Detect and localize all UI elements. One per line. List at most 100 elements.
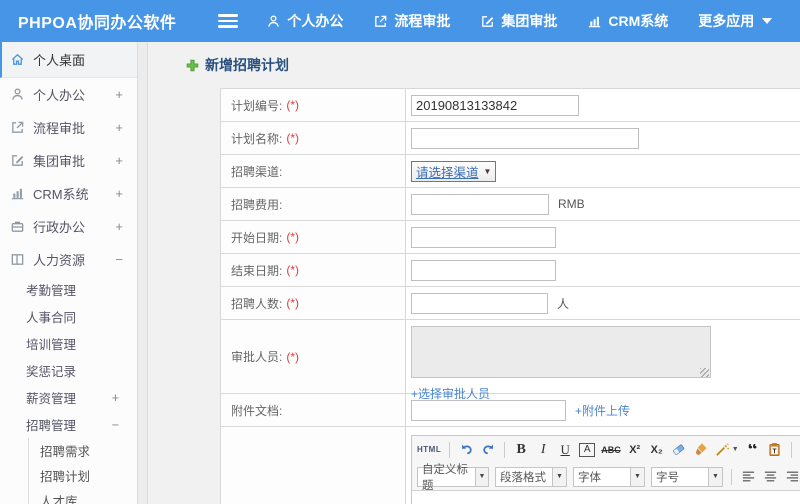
sidebar-item-rewards[interactable]: 奖惩记录: [0, 357, 137, 384]
rich-text-editor: HTML B I U A ABC X² X₂ ▼ “ 自定义标题 ▼ 段落格式 …: [411, 435, 800, 504]
form-row-fee: 招聘费用: RMB: [221, 188, 800, 221]
nav-more-apps[interactable]: 更多应用: [698, 11, 773, 31]
align-left-button[interactable]: [740, 467, 756, 487]
strikethrough-button[interactable]: ABC: [601, 440, 621, 460]
editor-toolbar-row2: 自定义标题 ▼ 段落格式 ▼ 字体 ▼ 字号 ▼: [412, 463, 800, 492]
sidebar-item-crm-system[interactable]: CRM系统 +: [0, 177, 137, 210]
redo-button[interactable]: [480, 440, 496, 460]
sidebar-item-training[interactable]: 培训管理: [0, 330, 137, 357]
briefcase-icon: [11, 221, 24, 232]
field-label: 附件文档:: [231, 403, 283, 418]
form-row-channel: 招聘渠道: 请选择渠道 ▼: [221, 155, 800, 188]
flow-approval-icon: [12, 121, 24, 133]
align-left-icon: [742, 471, 754, 482]
field-label: 审批人员:: [231, 350, 283, 364]
plan-number-input[interactable]: [411, 94, 579, 116]
sidebar-item-admin-office[interactable]: 行政办公 +: [0, 210, 137, 243]
end-date-input[interactable]: [411, 259, 556, 281]
collapse-icon[interactable]: −: [112, 418, 119, 432]
remove-format-button[interactable]: [671, 440, 687, 460]
paragraph-format-select[interactable]: 段落格式 ▼: [495, 466, 567, 487]
subscript-button[interactable]: X₂: [649, 440, 665, 460]
attachment-upload-link[interactable]: +附件上传: [575, 402, 630, 419]
attachment-input[interactable]: [411, 399, 566, 421]
font-size-select[interactable]: 字号 ▼: [651, 466, 723, 487]
select-arrow-icon: ▼: [475, 467, 488, 486]
field-label: 招聘渠道:: [231, 164, 283, 179]
sidebar-item-workflow-approval[interactable]: 流程审批 +: [0, 111, 137, 144]
sidebar-item-attendance[interactable]: 考勤管理: [0, 276, 137, 303]
channel-select[interactable]: 请选择渠道 ▼: [411, 160, 497, 182]
topbar: PHPOA协同办公软件 个人办公 流程审批 集团审批 CRM系统 更多应用: [0, 0, 800, 42]
main-content: 新增招聘计划 计划编号: (*) 计划名称: (*): [148, 42, 800, 504]
approver-textarea[interactable]: [411, 326, 711, 378]
collapse-icon[interactable]: −: [115, 252, 123, 267]
fee-input[interactable]: [411, 193, 549, 215]
nav-crm-system[interactable]: CRM系统: [587, 11, 668, 31]
bar-chart-icon: [11, 188, 24, 200]
sidebar-splitter[interactable]: [138, 42, 148, 504]
plan-name-input[interactable]: [411, 127, 639, 149]
expander-icon[interactable]: +: [112, 391, 119, 405]
bold-button[interactable]: B: [513, 440, 529, 460]
field-label: 招聘费用:: [231, 197, 283, 212]
expander-icon[interactable]: +: [115, 87, 123, 102]
user-icon: [268, 15, 280, 27]
field-label: 招聘人数:: [231, 296, 283, 311]
hamburger-menu-icon[interactable]: [218, 14, 239, 28]
nav-group-approval[interactable]: 集团审批: [480, 11, 557, 31]
custom-heading-select[interactable]: 自定义标题 ▼: [417, 464, 489, 492]
blockquote-button[interactable]: “: [745, 444, 761, 456]
sidebar: 个人桌面 个人办公 + 流程审批 + 集团审批 + CRM系统 + 行政办公 +…: [0, 42, 138, 504]
flow-approval-icon: [375, 15, 387, 27]
italic-button[interactable]: I: [535, 440, 551, 460]
sidebar-item-personal-desktop[interactable]: 个人桌面: [0, 42, 137, 78]
font-family-select[interactable]: 字体 ▼: [573, 466, 645, 487]
paste-text-button[interactable]: [767, 440, 783, 460]
required-marker: (*): [286, 349, 300, 364]
required-marker: (*): [286, 263, 300, 277]
required-marker: (*): [286, 98, 300, 112]
sidebar-item-personal-office[interactable]: 个人办公 +: [0, 78, 137, 111]
brush-icon: [696, 443, 707, 455]
sidebar-item-hr-contracts[interactable]: 人事合同: [0, 303, 137, 330]
magic-wand-icon: [716, 443, 729, 456]
sidebar-item-recruit-plan[interactable]: 招聘计划: [29, 463, 137, 488]
undo-button[interactable]: [458, 440, 474, 460]
field-label: 开始日期:: [231, 230, 283, 245]
form-row-end-date: 结束日期: (*): [221, 254, 800, 287]
sidebar-item-talent-pool[interactable]: 人才库: [29, 488, 137, 504]
form-row-headcount: 招聘人数: (*) 人: [221, 287, 800, 320]
form-row-start-date: 开始日期: (*): [221, 221, 800, 254]
edit-icon: [12, 155, 24, 166]
expander-icon[interactable]: +: [115, 219, 123, 234]
underline-button[interactable]: U: [557, 440, 573, 460]
top-navigation: 个人办公 流程审批 集团审批 CRM系统 更多应用: [266, 11, 773, 31]
headcount-input[interactable]: [411, 292, 548, 314]
sidebar-item-recruit-demand[interactable]: 招聘需求: [29, 438, 137, 463]
form-row-plan-name: 计划名称: (*): [221, 122, 800, 155]
field-label: 结束日期:: [231, 263, 283, 278]
resize-grip-icon[interactable]: [700, 368, 709, 377]
html-source-button[interactable]: HTML: [417, 440, 441, 460]
select-arrow-icon: ▼: [483, 166, 492, 176]
start-date-input[interactable]: [411, 226, 556, 248]
auto-typeset-button[interactable]: ▼: [715, 440, 739, 460]
border-text-button[interactable]: A: [579, 442, 596, 457]
nav-workflow-approval[interactable]: 流程审批: [373, 11, 450, 31]
expander-icon[interactable]: +: [115, 120, 123, 135]
sidebar-item-group-approval[interactable]: 集团审批 +: [0, 144, 137, 177]
expander-icon[interactable]: +: [115, 186, 123, 201]
select-arrow-icon: ▼: [630, 467, 644, 486]
sidebar-item-human-resources[interactable]: 人力资源 −: [0, 243, 137, 276]
sidebar-item-recruit-mgmt[interactable]: 招聘管理 −: [0, 411, 137, 438]
format-brush-button[interactable]: [693, 440, 709, 460]
field-label: 计划名称:: [231, 131, 283, 146]
expander-icon[interactable]: +: [115, 153, 123, 168]
align-right-icon: [786, 471, 798, 482]
sidebar-item-salary[interactable]: 薪资管理 +: [0, 384, 137, 411]
superscript-button[interactable]: X²: [627, 440, 643, 460]
nav-personal-office[interactable]: 个人办公: [266, 11, 343, 31]
align-center-button[interactable]: [762, 467, 778, 487]
align-right-button[interactable]: [784, 467, 800, 487]
